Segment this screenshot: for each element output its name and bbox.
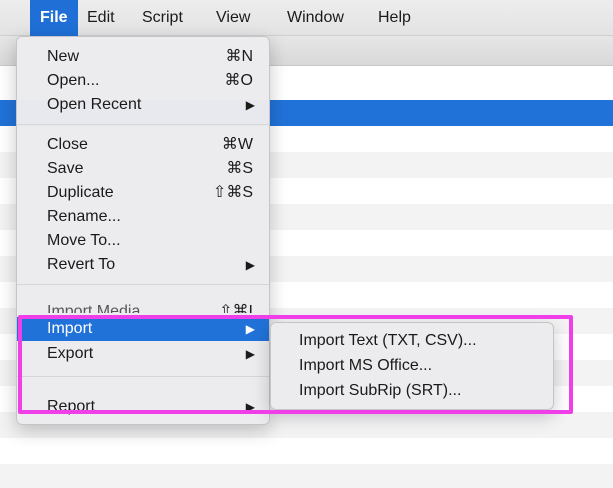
- shortcut-label: ⇧⌘S: [212, 184, 253, 201]
- menubar-item-view[interactable]: View: [206, 0, 260, 36]
- list-row[interactable]: [0, 464, 613, 488]
- shortcut-label: ⌘S: [226, 160, 253, 177]
- menu-item-rename[interactable]: Rename...: [17, 205, 269, 229]
- menu-item-label: Revert To: [47, 256, 116, 273]
- menu-item-new[interactable]: New ⌘N: [17, 45, 269, 69]
- menu-item-duplicate[interactable]: Duplicate ⇧⌘S: [17, 181, 269, 205]
- menu-item-revert-to[interactable]: Revert To ▶: [17, 253, 269, 277]
- submenu-arrow-icon: ▶: [245, 258, 255, 272]
- menu-item-label: Open Recent: [47, 96, 142, 113]
- annotation-highlight-box: [18, 315, 573, 414]
- menu-item-label: Open...: [47, 72, 100, 89]
- shortcut-label: ⌘N: [225, 48, 253, 65]
- menu-separator: [17, 284, 269, 285]
- menu-separator: [17, 124, 269, 125]
- list-row[interactable]: [0, 438, 613, 464]
- menu-item-label: Move To...: [47, 232, 121, 249]
- menu-item-save[interactable]: Save ⌘S: [17, 157, 269, 181]
- menubar-item-edit[interactable]: Edit: [77, 0, 125, 36]
- menu-item-label: Duplicate: [47, 184, 114, 201]
- menu-item-label: New: [47, 48, 80, 65]
- menubar-item-help[interactable]: Help: [368, 0, 421, 36]
- menu-item-label: Import Media...: [47, 303, 154, 313]
- menubar-item-script[interactable]: Script: [132, 0, 193, 36]
- menu-item-import-media[interactable]: Import Media... ⇧⌘I: [17, 299, 269, 313]
- menu-item-move-to[interactable]: Move To...: [17, 229, 269, 253]
- menubar-item-window[interactable]: Window: [277, 0, 354, 36]
- menu-item-label: Close: [47, 136, 88, 153]
- menubar-item-file[interactable]: File: [30, 0, 78, 36]
- menu-item-open-recent[interactable]: Open Recent ▶: [17, 93, 269, 117]
- shortcut-label: ⇧⌘I: [219, 303, 253, 313]
- shortcut-label: ⌘O: [224, 72, 253, 89]
- menu-bar: File Edit Script View Window Help: [0, 0, 613, 36]
- menu-item-label: Rename...: [47, 208, 121, 225]
- shortcut-label: ⌘W: [221, 136, 253, 153]
- submenu-arrow-icon: ▶: [245, 98, 255, 112]
- menu-item-open[interactable]: Open... ⌘O: [17, 69, 269, 93]
- menu-item-label: Save: [47, 160, 84, 177]
- menu-item-close[interactable]: Close ⌘W: [17, 133, 269, 157]
